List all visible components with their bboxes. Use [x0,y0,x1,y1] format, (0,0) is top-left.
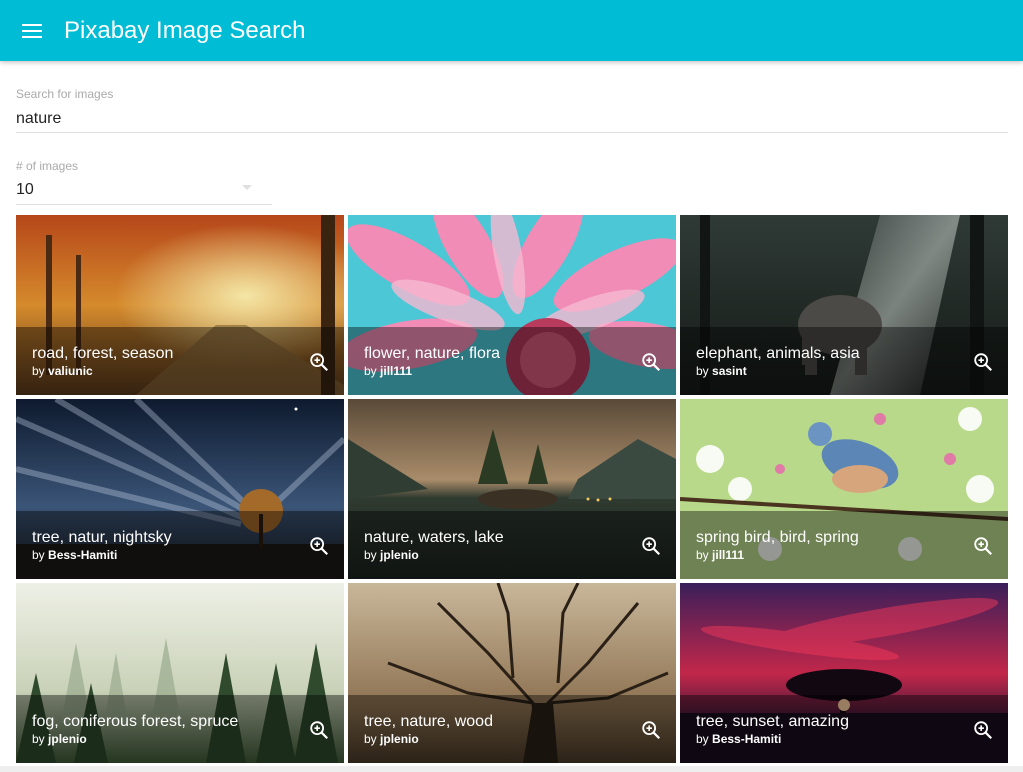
image-count-underline [16,204,272,205]
zoom-in-icon[interactable] [308,351,330,373]
app-title: Pixabay Image Search [64,16,306,44]
search-label: Search for images [16,87,114,101]
image-tile[interactable]: tree, nature, wood by jplenio [348,583,676,763]
image-tile[interactable]: fog, coniferous forest, spruce by jpleni… [16,583,344,763]
tile-author-prefix: by [696,364,709,378]
tile-author-name: Bess-Hamiti [712,732,782,746]
bottom-scroll-edge [0,766,1023,772]
search-input[interactable] [16,109,1008,129]
tile-author-name: Bess-Hamiti [48,548,118,562]
image-count-select[interactable]: 10 [16,181,34,199]
tile-author-name: jplenio [380,548,419,562]
tile-author: by Bess-Hamiti [696,732,781,746]
tile-title: flower, nature, flora [364,345,501,362]
tile-author-prefix: by [32,364,45,378]
app-bar: Pixabay Image Search [0,0,1023,61]
tile-author-prefix: by [696,548,709,562]
tile-author-name: valiunic [48,364,93,378]
zoom-in-icon[interactable] [640,535,662,557]
tile-author: by jill111 [696,548,744,562]
tile-author-name: jplenio [380,732,419,746]
tile-author-prefix: by [32,732,45,746]
image-tile[interactable]: tree, natur, nightsky by Bess-Hamiti [16,399,344,579]
tile-title: nature, waters, lake [364,529,504,546]
menu-button[interactable] [16,15,48,47]
zoom-in-icon[interactable] [308,535,330,557]
tile-author: by jplenio [364,548,419,562]
image-tile[interactable]: elephant, animals, asia by sasint [680,215,1008,395]
tile-author-name: jplenio [48,732,87,746]
search-field: Search for images [16,87,1008,133]
tile-author: by jplenio [364,732,419,746]
tile-title: tree, natur, nightsky [32,529,172,546]
tile-title: elephant, animals, asia [696,345,860,362]
tile-author-name: jill111 [712,548,745,562]
tile-title: fog, coniferous forest, spruce [32,713,239,730]
tile-author: by jplenio [32,732,87,746]
tile-author: by jill111 [364,364,412,378]
menu-icon [22,23,42,38]
tile-author-prefix: by [364,548,377,562]
image-tile[interactable]: nature, waters, lake by jplenio [348,399,676,579]
tile-author-prefix: by [32,548,45,562]
zoom-in-icon[interactable] [972,351,994,373]
tile-author: by valiunic [32,364,93,378]
search-underline [16,132,1008,133]
zoom-in-icon[interactable] [972,535,994,557]
image-tile[interactable]: spring bird, bird, spring by jill111 [680,399,1008,579]
zoom-in-icon[interactable] [640,719,662,741]
tile-author-prefix: by [696,732,709,746]
zoom-in-icon[interactable] [308,719,330,741]
image-tile[interactable]: tree, sunset, amazing by Bess-Hamiti [680,583,1008,763]
tile-title: road, forest, season [32,345,174,362]
tile-author: by sasint [696,364,747,378]
tile-author-name: sasint [712,364,747,378]
dropdown-arrow-icon[interactable] [242,185,252,190]
image-tile[interactable]: flower, nature, flora by jill111 [348,215,676,395]
image-count-field[interactable]: # of images 10 [16,159,272,205]
tile-author-prefix: by [364,364,377,378]
tile-author-name: jill111 [380,364,413,378]
tile-author-prefix: by [364,732,377,746]
tile-title: spring bird, bird, spring [696,529,859,546]
tile-title: tree, sunset, amazing [696,713,849,730]
zoom-in-icon[interactable] [972,719,994,741]
zoom-in-icon[interactable] [640,351,662,373]
tile-author: by Bess-Hamiti [32,548,117,562]
image-tile[interactable]: road, forest, season by valiunic [16,215,344,395]
image-count-label: # of images [16,159,79,173]
tile-title: tree, nature, wood [364,713,493,730]
